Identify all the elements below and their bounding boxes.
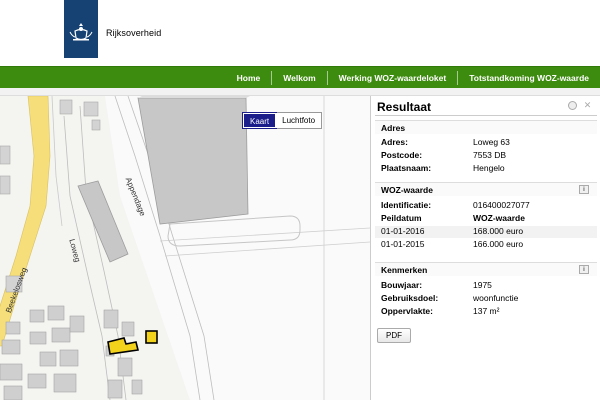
woz-value: 166.000 euro <box>473 239 524 249</box>
kaart-button[interactable]: Kaart <box>241 112 278 129</box>
oppervlakte-value: 137 m² <box>473 306 500 316</box>
table-row: 01-01-2015 166.000 euro <box>381 239 595 251</box>
bouwjaar-label: Bouwjaar: <box>381 280 423 290</box>
woz-table-header: Peildatum WOZ-waarde <box>381 213 595 225</box>
adres-label: Adres: <box>381 137 408 147</box>
map-type-toggle: Kaart Luchtfoto <box>241 112 323 129</box>
plaatsnaam-label: Plaatsnaam: <box>381 163 432 173</box>
title-divider <box>375 115 597 116</box>
bouwjaar-row: Bouwjaar: 1975 <box>381 280 595 292</box>
crest-icon <box>69 23 93 41</box>
pdf-button[interactable]: PDF <box>377 328 411 343</box>
nav-item-werking[interactable]: Werking WOZ-waardeloket <box>326 71 458 85</box>
section-adres-heading: Adres <box>381 123 406 133</box>
col-woz-waarde: WOZ-waarde <box>473 213 525 223</box>
map-view[interactable]: Appendage Loweg Beekelosweg Kaart Luchtf… <box>0 96 370 400</box>
site-header: Rijksoverheid <box>0 0 600 66</box>
map-canvas <box>0 96 370 400</box>
plaatsnaam-row: Plaatsnaam: Hengelo <box>381 163 595 175</box>
woz-value: 168.000 euro <box>473 226 524 236</box>
postcode-value: 7553 DB <box>473 150 507 160</box>
identificatie-label: Identificatie: <box>381 200 432 210</box>
peildatum-value: 01-01-2016 <box>381 226 425 236</box>
kenmerken-info-icon[interactable]: i <box>579 265 589 274</box>
target-icon[interactable] <box>568 101 577 110</box>
plaatsnaam-value: Hengelo <box>473 163 505 173</box>
gebruiksdoel-label: Gebruiksdoel: <box>381 293 439 303</box>
nav-item-welkom[interactable]: Welkom <box>271 71 326 85</box>
sub-bar <box>0 88 600 96</box>
section-kenmerken-heading: Kenmerken <box>381 265 428 275</box>
identificatie-value: 016400027077 <box>473 200 530 210</box>
oppervlakte-label: Oppervlakte: <box>381 306 433 316</box>
peildatum-value: 01-01-2015 <box>381 239 425 249</box>
identificatie-row: Identificatie: 016400027077 <box>381 200 595 212</box>
section-adres: Adres <box>375 120 597 134</box>
close-icon[interactable]: ✕ <box>583 101 592 110</box>
adres-row: Adres: Loweg 63 <box>381 137 595 149</box>
bouwjaar-value: 1975 <box>473 280 492 290</box>
rijksoverheid-logo[interactable] <box>64 0 98 58</box>
section-kenmerken: Kenmerken i <box>375 262 597 276</box>
nav-item-home[interactable]: Home <box>226 71 272 85</box>
oppervlakte-row: Oppervlakte: 137 m² <box>381 306 595 318</box>
panel-title: Resultaat <box>377 100 432 114</box>
gebruiksdoel-value: woonfunctie <box>473 293 519 303</box>
col-peildatum: Peildatum <box>381 213 422 223</box>
woz-info-icon[interactable]: i <box>579 185 589 194</box>
gebruiksdoel-row: Gebruiksdoel: woonfunctie <box>381 293 595 305</box>
adres-value: Loweg 63 <box>473 137 510 147</box>
table-row: 01-01-2016 168.000 euro <box>375 226 597 238</box>
postcode-row: Postcode: 7553 DB <box>381 150 595 162</box>
result-panel: Resultaat ✕ Adres Adres: Loweg 63 Postco… <box>370 96 600 400</box>
main-nav: Home Welkom Werking WOZ-waardeloket Tots… <box>0 66 600 88</box>
section-woz: WOZ-waarde i <box>375 182 597 196</box>
nav-item-totstandkoming[interactable]: Totstandkoming WOZ-waarde <box>457 71 600 85</box>
postcode-label: Postcode: <box>381 150 423 160</box>
section-woz-heading: WOZ-waarde <box>381 185 433 195</box>
luchtfoto-button[interactable]: Luchtfoto <box>276 113 322 128</box>
logo-text: Rijksoverheid <box>106 28 162 38</box>
